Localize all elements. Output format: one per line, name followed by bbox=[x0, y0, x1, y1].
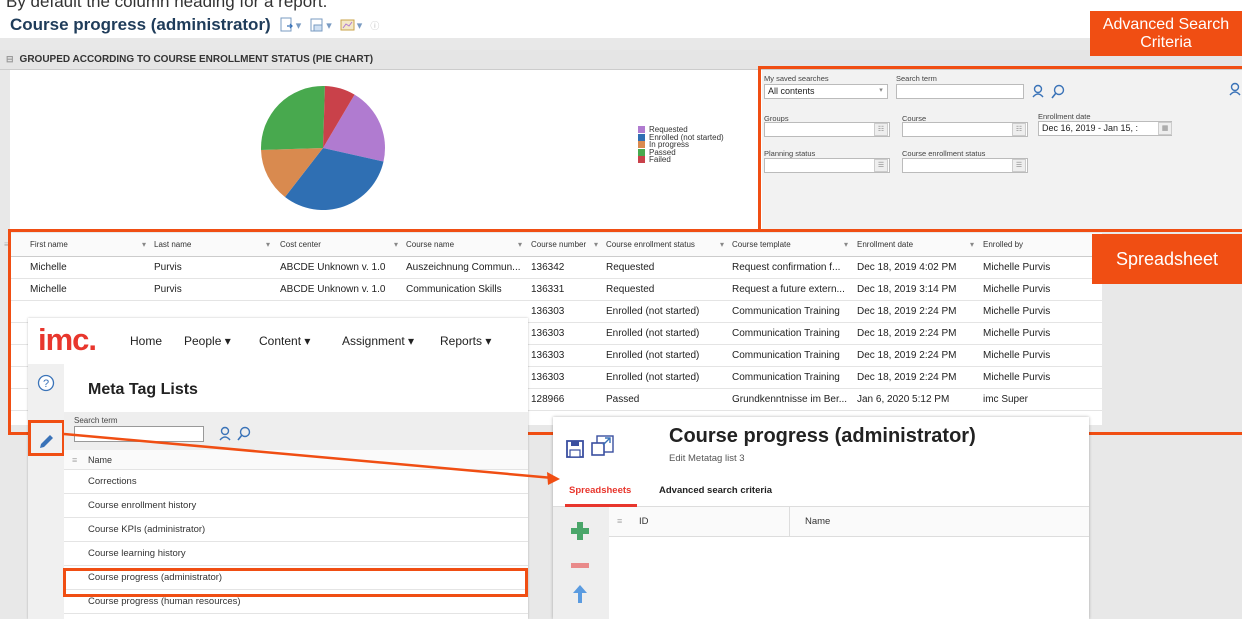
cropped-caption-text: By default the column heading for a repo… bbox=[6, 0, 328, 11]
window-subtitle: Edit Metatag list 3 bbox=[669, 453, 745, 464]
person-search-icon[interactable] bbox=[218, 426, 234, 442]
advanced-search-callout: Advanced Search Criteria bbox=[1090, 11, 1242, 56]
chart-section-title: GROUPED ACCORDING TO COURSE ENROLLMENT S… bbox=[19, 54, 374, 65]
tab-advanced-search-criteria[interactable]: Advanced search criteria bbox=[659, 485, 772, 496]
help-icon[interactable]: ? bbox=[37, 374, 55, 392]
column-menu-icon[interactable]: ≡ bbox=[72, 450, 77, 470]
move-up-icon[interactable] bbox=[571, 583, 589, 605]
meta-tag-search-bar: Search term bbox=[64, 412, 528, 450]
save-icon[interactable] bbox=[565, 439, 585, 459]
report-toolbar: Course progress (administrator) ▾ ▾ ▾ ⓘ bbox=[10, 12, 379, 38]
remove-icon[interactable] bbox=[570, 555, 590, 575]
legend-swatch bbox=[638, 156, 645, 164]
spreadsheet-grid: ≡ ID Name bbox=[609, 507, 1089, 619]
list-item[interactable]: Course learning history bbox=[64, 542, 528, 566]
list-header: ≡ Name bbox=[64, 450, 528, 470]
legend-item: Failed bbox=[638, 156, 724, 164]
legend-swatch bbox=[638, 148, 645, 156]
nav-content[interactable]: Content ▾ bbox=[259, 334, 310, 348]
edit-icon-highlight bbox=[28, 420, 65, 456]
search-icon[interactable] bbox=[236, 426, 252, 442]
save-as-icon[interactable] bbox=[589, 433, 617, 461]
grid-col-name[interactable]: Name bbox=[805, 516, 830, 527]
page-title: Meta Tag Lists bbox=[88, 381, 198, 398]
legend-swatch bbox=[638, 133, 645, 141]
print-icon[interactable]: ▾ bbox=[309, 17, 332, 33]
add-icon[interactable] bbox=[570, 521, 590, 541]
tab-spreadsheets[interactable]: Spreadsheets bbox=[569, 485, 631, 496]
list-item[interactable]: Corrections bbox=[64, 470, 528, 494]
list-item[interactable]: Course KPIs (administrator) bbox=[64, 518, 528, 542]
nav-people[interactable]: People ▾ bbox=[184, 334, 231, 348]
legend-swatch bbox=[638, 141, 645, 149]
list-item[interactable]: Course enrollment history bbox=[64, 494, 528, 518]
advanced-search-highlight bbox=[758, 66, 1242, 232]
course-progress-window: Course progress (administrator) Edit Met… bbox=[553, 417, 1089, 619]
search-term-label: Search term bbox=[74, 416, 118, 425]
imc-logo: imc. bbox=[38, 322, 97, 357]
meta-search-input[interactable] bbox=[74, 426, 204, 442]
grid-col-id[interactable]: ID bbox=[639, 516, 649, 527]
column-divider bbox=[789, 507, 790, 537]
legend-label: Failed bbox=[649, 155, 671, 164]
legend-swatch bbox=[638, 126, 645, 134]
spreadsheet-actions-bar bbox=[553, 507, 609, 619]
meta-tag-sidebar: ? bbox=[28, 364, 64, 619]
export-icon[interactable]: ▾ bbox=[279, 17, 301, 33]
list-header-name[interactable]: Name bbox=[88, 455, 112, 465]
pie-slice-passed[interactable] bbox=[261, 86, 325, 150]
selected-item-highlight bbox=[63, 568, 528, 597]
spreadsheet-callout: Spreadsheet bbox=[1092, 234, 1242, 284]
column-menu-icon[interactable]: ≡ bbox=[617, 516, 622, 526]
nav-home[interactable]: Home bbox=[130, 334, 162, 348]
nav-assignment[interactable]: Assignment ▾ bbox=[342, 334, 414, 348]
nav-reports[interactable]: Reports ▾ bbox=[440, 334, 491, 348]
collapse-icon[interactable]: ⊟ bbox=[6, 54, 14, 65]
info-icon[interactable]: ⓘ bbox=[370, 19, 379, 32]
chart-options-icon[interactable]: ▾ bbox=[340, 17, 362, 33]
chart-legend: Requested Enrolled (not started) In progre… bbox=[638, 126, 724, 164]
grid-header: ≡ ID Name bbox=[609, 507, 1089, 537]
top-navigation: imc. Home People ▾ Content ▾ Assignment … bbox=[28, 318, 528, 364]
svg-text:?: ? bbox=[43, 378, 49, 390]
report-title: Course progress (administrator) bbox=[10, 15, 271, 34]
window-tabs: Spreadsheets Advanced search criteria bbox=[553, 473, 1089, 507]
window-title: Course progress (administrator) bbox=[669, 425, 976, 447]
